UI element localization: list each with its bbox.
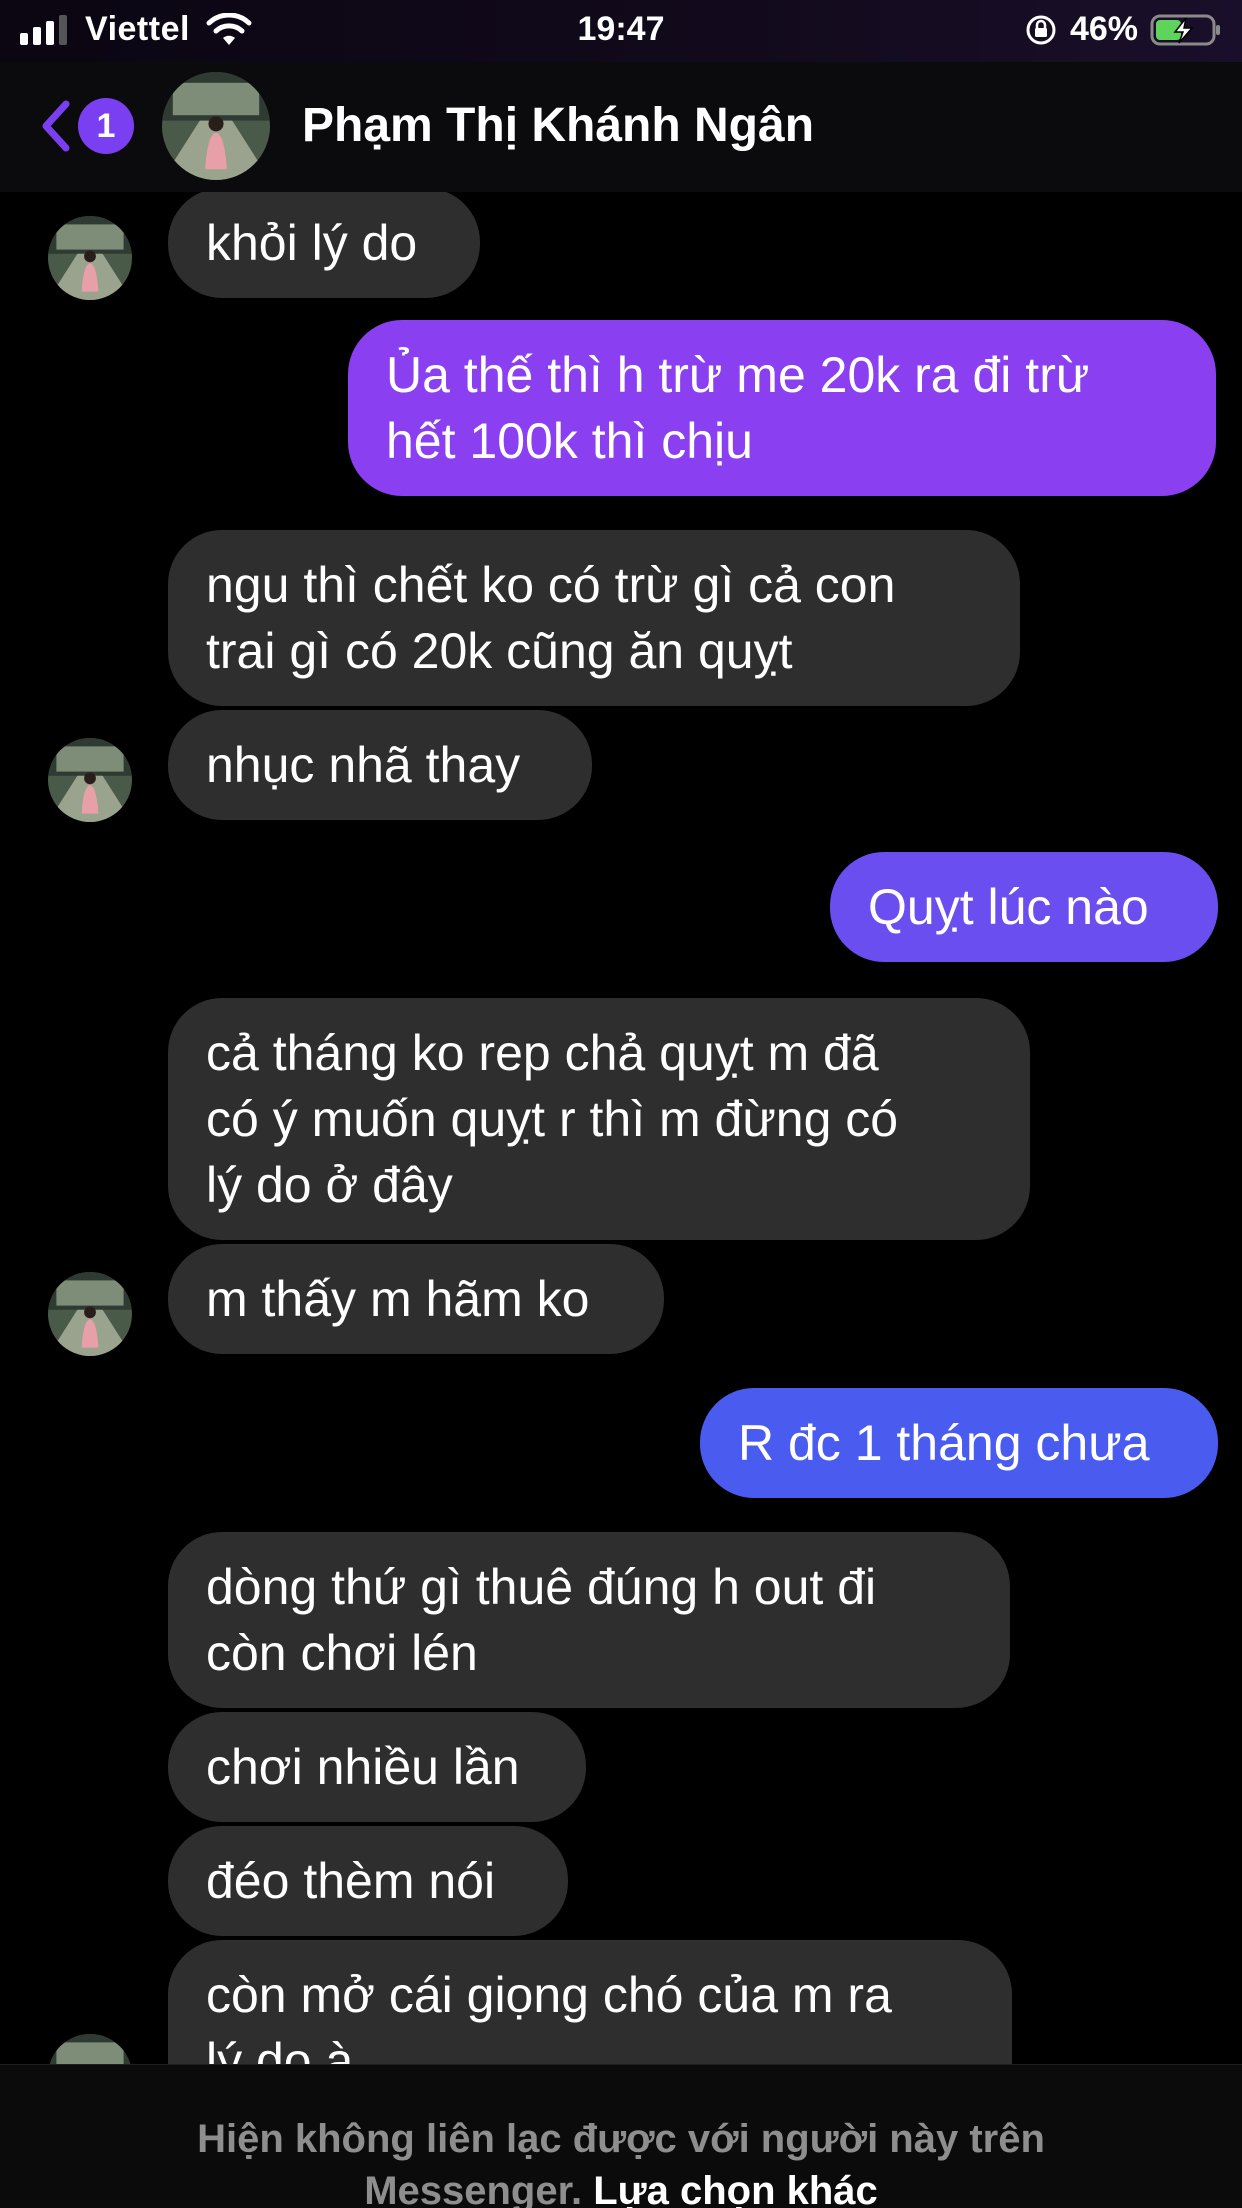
- sent-message[interactable]: Ủa thế thì h trừ me 20k ra đi trừ hết 100…: [348, 320, 1216, 496]
- message-line: R đc 1 tháng chưa: [738, 1415, 1150, 1471]
- sender-avatar[interactable]: [48, 738, 132, 822]
- orientation-lock-icon: [1026, 15, 1056, 44]
- message-line: dòng thứ gì thuê đúng h out đi: [206, 1559, 877, 1615]
- message-line: nhục nhã thay: [206, 737, 521, 793]
- received-message[interactable]: ngu thì chết ko có trừ gì cả con trai gì …: [168, 530, 1020, 706]
- message-line: Ủa thế thì h trừ me 20k ra đi trừ: [386, 347, 1090, 403]
- contact-avatar[interactable]: [162, 72, 270, 180]
- message-line: Quỵt lúc nào: [868, 879, 1149, 935]
- avatar-photo: [162, 72, 270, 180]
- notice-text: Hiện không liên lạc được với người này t…: [0, 2113, 1242, 2208]
- avatar-photo: [48, 738, 132, 822]
- battery-percent: 46%: [1069, 10, 1138, 48]
- notice-line-2: Messenger.: [364, 2169, 583, 2208]
- contact-name[interactable]: Phạm Thị Khánh Ngân: [302, 98, 814, 153]
- received-message[interactable]: chơi nhiều lần: [168, 1712, 586, 1822]
- unavailable-notice: Hiện không liên lạc được với người này t…: [0, 2064, 1242, 2208]
- sent-message[interactable]: Quỵt lúc nào: [830, 852, 1218, 962]
- sender-avatar[interactable]: [48, 1272, 132, 1356]
- avatar-photo: [48, 1272, 132, 1356]
- status-right: 46%: [1024, 10, 1222, 49]
- notice-line-1: Hiện không liên lạc được với người này t…: [197, 2117, 1045, 2161]
- message-line: còn chơi lén: [206, 1625, 478, 1681]
- received-message[interactable]: đéo thèm nói: [168, 1826, 568, 1936]
- received-message[interactable]: khỏi lý do: [168, 188, 480, 298]
- unread-badge: 1: [78, 98, 134, 154]
- message-line: cả tháng ko rep chả quỵt m đã: [206, 1025, 879, 1081]
- message-line: đéo thèm nói: [206, 1853, 496, 1909]
- sent-message[interactable]: R đc 1 tháng chưa: [700, 1388, 1218, 1498]
- message-line: m thấy m hãm ko: [206, 1271, 590, 1327]
- conversation-header: 1 Phạm Thị Khánh Ngân: [0, 62, 1242, 192]
- received-message[interactable]: nhục nhã thay: [168, 710, 592, 820]
- message-line: khỏi lý do: [206, 215, 418, 271]
- sender-avatar[interactable]: [48, 216, 132, 300]
- back-button[interactable]: 1: [38, 98, 134, 154]
- messenger-screen: Viettel 19:47 46% 1 Phạm Thị Khánh Ngân …: [0, 0, 1242, 2208]
- received-message[interactable]: dòng thứ gì thuê đúng h out đi còn chơi l…: [168, 1532, 1010, 1708]
- message-line: lý do ở đây: [206, 1157, 453, 1213]
- other-options-link[interactable]: Lựa chọn khác: [593, 2169, 878, 2208]
- message-line: còn mở cái giọng chó của m ra: [206, 1967, 892, 2023]
- message-line: ngu thì chết ko có trừ gì cả con: [206, 557, 896, 613]
- message-line: trai gì có 20k cũng ăn quỵt: [206, 623, 793, 679]
- chevron-left-icon: [42, 100, 70, 152]
- message-line: chơi nhiều lần: [206, 1739, 520, 1795]
- message-line: hết 100k thì chịu: [386, 413, 753, 469]
- received-message[interactable]: cả tháng ko rep chả quỵt m đã có ý muốn q…: [168, 998, 1030, 1240]
- message-line: có ý muốn quỵt r thì m đừng có: [206, 1091, 899, 1147]
- avatar-photo: [48, 216, 132, 300]
- received-message[interactable]: m thấy m hãm ko: [168, 1244, 664, 1354]
- battery-charging-icon: [1150, 14, 1220, 45]
- status-bar: Viettel 19:47 46%: [0, 0, 1242, 62]
